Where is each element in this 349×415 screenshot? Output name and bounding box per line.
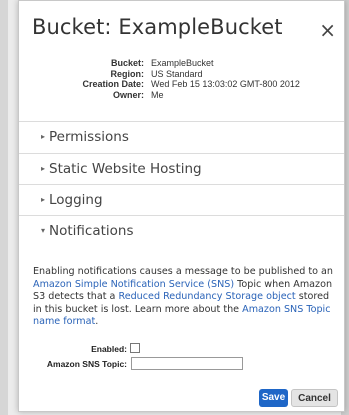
- section-permissions-label: Permissions: [49, 129, 129, 145]
- region-value: US Standard: [151, 68, 203, 79]
- bucket-row: Bucket: ExampleBucket: [31, 58, 331, 69]
- chevron-right-icon: ▸: [41, 195, 46, 204]
- section-notifications[interactable]: ▾ Notifications: [19, 215, 344, 246]
- creation-date-row: Creation Date: Wed Feb 15 13:03:02 GMT-8…: [31, 79, 331, 90]
- bucket-label: Bucket:: [110, 58, 144, 68]
- chevron-right-icon: ▸: [41, 132, 46, 141]
- bucket-details: Bucket: ExampleBucket Region: US Standar…: [31, 58, 331, 100]
- section-static-website-hosting[interactable]: ▸ Static Website Hosting: [19, 153, 344, 184]
- section-permissions[interactable]: ▸ Permissions: [19, 121, 344, 152]
- sns-topic-label: Amazon SNS Topic:: [46, 359, 127, 369]
- chevron-down-icon: ▾: [41, 226, 46, 235]
- section-logging[interactable]: ▸ Logging: [19, 184, 344, 215]
- creation-date-label: Creation Date:: [82, 79, 144, 89]
- region-row: Region: US Standard: [31, 69, 331, 80]
- section-logging-label: Logging: [49, 192, 103, 208]
- cancel-button[interactable]: Cancel: [291, 389, 338, 407]
- sns-topic-input[interactable]: [131, 357, 243, 370]
- rrs-link[interactable]: Reduced Redundancy Storage object: [118, 291, 295, 302]
- dialog-title: Bucket: ExampleBucket: [32, 15, 283, 39]
- enabled-checkbox[interactable]: [130, 343, 140, 353]
- close-icon[interactable]: ×: [319, 18, 336, 42]
- sns-link[interactable]: Amazon Simple Notification Service (SNS): [33, 279, 234, 290]
- notifications-description: Enabling notifications causes a message …: [33, 266, 337, 329]
- background-left-edge: [0, 0, 8, 415]
- bucket-value: ExampleBucket: [151, 58, 214, 68]
- enabled-label: Enabled:: [91, 344, 127, 354]
- creation-date-value: Wed Feb 15 13:03:02 GMT-800 2012: [151, 79, 300, 89]
- owner-row: Owner: Me: [31, 90, 331, 101]
- section-notifications-label: Notifications: [49, 223, 134, 239]
- owner-label: Owner:: [112, 89, 144, 100]
- bucket-properties-dialog: Bucket: ExampleBucket × Bucket: ExampleB…: [18, 0, 345, 412]
- save-button[interactable]: Save: [259, 389, 288, 407]
- region-label: Region:: [110, 68, 145, 79]
- owner-value: Me: [151, 89, 164, 100]
- description-text-1: Enabling notifications causes a message …: [33, 266, 334, 277]
- chevron-right-icon: ▸: [41, 164, 46, 173]
- section-static-website-hosting-label: Static Website Hosting: [49, 161, 202, 177]
- description-text-4: .: [95, 316, 99, 327]
